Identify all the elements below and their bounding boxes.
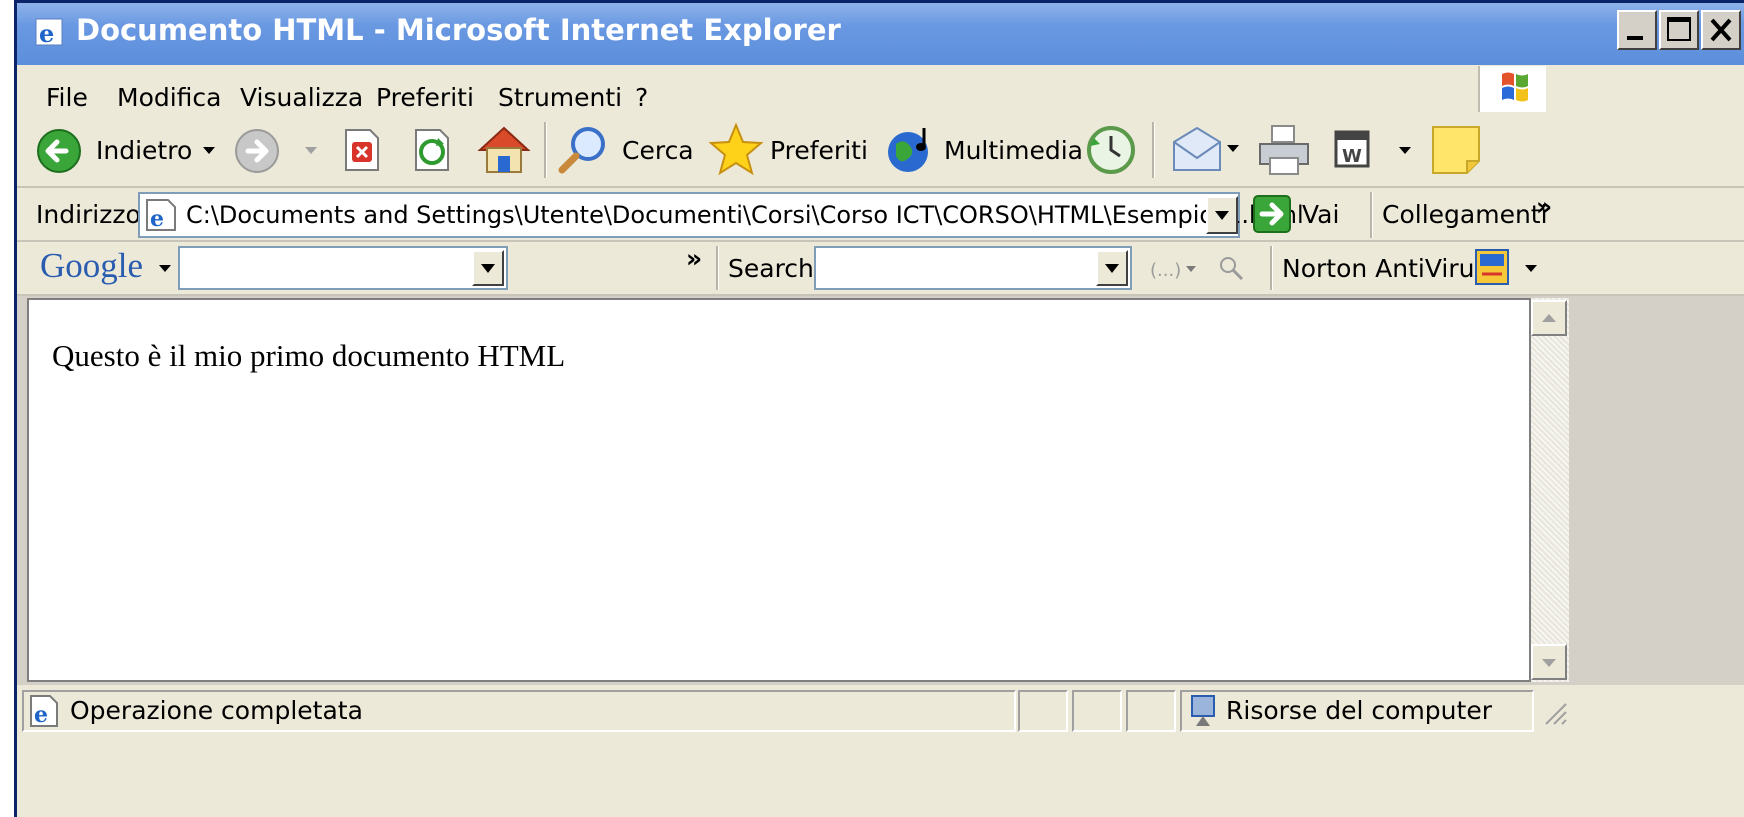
resize-grip-icon[interactable] [1536,694,1570,728]
favorites-star-icon [708,122,764,176]
window-title: Documento HTML - Microsoft Internet Expl… [76,13,841,47]
highlight-icon: (...) [1150,260,1196,281]
sticky-note-icon [1432,126,1480,174]
google-logo[interactable]: Google [36,244,176,290]
svg-text:W: W [1342,146,1362,167]
stop-button[interactable] [340,128,384,172]
toolbar-separator [544,122,547,178]
google-dropdown-icon[interactable] [158,264,172,274]
norton-button[interactable] [1474,248,1540,288]
svg-text:e: e [39,19,54,48]
edit-dropdown-icon[interactable] [1398,146,1412,156]
back-arrow-icon [37,129,81,173]
page-text: Questo è il mio primo documento HTML [52,338,566,373]
refresh-icon [415,129,449,171]
go-button[interactable]: Vai [1252,192,1352,238]
google-chevron[interactable]: » [686,244,702,273]
media-button[interactable]: Multimedia [884,124,1083,176]
svg-text:e: e [34,702,48,728]
refresh-button[interactable] [410,128,454,172]
note-button[interactable] [1430,124,1482,176]
mail-envelope-icon [1173,126,1221,171]
status-text-panel: e Operazione completata [22,690,1016,732]
forward-dropdown-icon[interactable] [304,146,318,156]
google-search-input[interactable] [178,246,508,290]
search-label: Cerca [622,136,694,165]
highlight-button[interactable]: (...) [1148,254,1198,284]
back-label: Indietro [96,136,193,165]
back-button[interactable]: Indietro [36,126,236,174]
google-logo-text: Google [40,246,144,285]
search-button[interactable]: Cerca [556,124,696,176]
maximize-button[interactable] [1659,10,1699,50]
norton-antivirus-label[interactable]: Norton AntiVirus [1282,254,1488,283]
svg-text:e: e [150,206,164,232]
media-globe-icon [888,128,928,172]
favorites-label: Preferiti [770,136,868,165]
minimize-button[interactable] [1617,10,1657,50]
address-url: C:\Documents and Settings\Utente\Documen… [186,201,1304,229]
favorites-button[interactable]: Preferiti [708,122,868,178]
security-zone-panel: Risorse del computer [1180,690,1534,732]
vertical-scrollbar[interactable] [1531,298,1569,682]
magnifier-icon [1220,257,1244,281]
stop-icon [345,129,379,171]
find-button[interactable] [1216,254,1248,284]
svg-text:(...): (...) [1150,260,1181,281]
history-button[interactable] [1084,124,1138,176]
toolbar-separator [716,246,719,290]
status-panel-empty [1018,690,1068,732]
links-button[interactable]: Collegamenti [1382,200,1548,229]
page-status-icon: e [30,695,58,728]
menu-preferiti[interactable]: Preferiti [376,83,474,112]
toolbar-separator [1370,192,1373,238]
norton-dropdown-icon[interactable] [1524,264,1538,274]
page-icon: e [146,199,176,232]
ie-window-icon: e [34,16,66,48]
go-arrow-icon [1253,195,1291,233]
toolbar-separator [1270,246,1273,290]
menu-modifica[interactable]: Modifica [117,83,222,112]
scroll-down-button[interactable] [1531,644,1567,680]
computer-zone-icon [1191,695,1215,726]
history-clock-icon [1087,126,1135,174]
mail-button[interactable] [1170,124,1246,176]
address-dropdown-button[interactable] [1206,196,1238,234]
search-engine-input[interactable] [814,246,1132,290]
google-search-dropdown-button[interactable] [472,250,504,286]
scroll-up-button[interactable] [1531,300,1567,336]
print-button[interactable] [1256,122,1312,178]
menu-visualizza[interactable]: Visualizza [240,83,363,112]
search-icon [558,127,605,174]
search-engine-dropdown-button[interactable] [1096,250,1128,286]
windows-logo-icon [1478,66,1546,112]
forward-arrow-icon [235,129,279,173]
edit-button[interactable]: W [1334,130,1418,170]
printer-icon [1259,125,1309,175]
media-label: Multimedia [944,136,1083,165]
search-engine-label: Search [728,254,814,283]
home-icon [477,126,531,173]
mail-dropdown-icon[interactable] [1226,144,1240,154]
menu-file[interactable]: File [46,83,88,112]
menu-help[interactable]: ? [635,83,648,112]
home-button[interactable] [476,124,532,176]
go-label: Vai [1302,200,1340,229]
links-chevron[interactable]: » [1536,192,1552,221]
word-edit-icon: W [1334,130,1370,168]
address-input[interactable]: e C:\Documents and Settings\Utente\Docum… [138,192,1304,238]
back-dropdown-icon[interactable] [202,146,216,156]
status-text: Operazione completata [70,696,363,725]
forward-button[interactable] [234,126,324,174]
close-button[interactable] [1701,10,1741,50]
menu-strumenti[interactable]: Strumenti [498,83,622,112]
status-panel-empty [1072,690,1122,732]
security-zone-label: Risorse del computer [1226,696,1492,725]
status-panel-empty [1126,690,1176,732]
toolbar-separator [1152,122,1155,178]
address-label: Indirizzo [36,200,141,229]
norton-icon [1475,249,1509,285]
